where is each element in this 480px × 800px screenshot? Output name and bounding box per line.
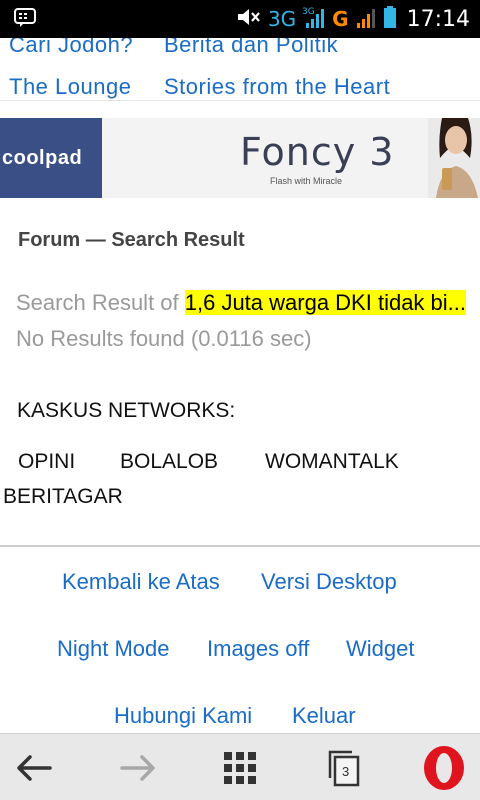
forum-category-links: Cari Jodoh? Berita dan Politik The Loung…: [0, 38, 480, 106]
status-bar: 3G 3G G 17:14: [0, 0, 480, 38]
forward-arrow-icon: [120, 754, 155, 781]
contact-us-link[interactable]: Hubungi Kami: [114, 703, 252, 729]
ad-brand-logo: coolpad: [0, 118, 102, 198]
ad-title: Foncy 3: [240, 130, 395, 174]
footer-divider: [0, 545, 480, 547]
result-query-highlight: 1,6 Juta warga DKI tidak bi...: [184, 290, 467, 315]
tabs-button[interactable]: 3: [314, 734, 374, 800]
link-the-lounge[interactable]: The Lounge: [9, 74, 131, 100]
mute-icon: [236, 6, 262, 33]
widget-link[interactable]: Widget: [346, 636, 414, 662]
tabs-icon: 3: [328, 750, 360, 786]
ad-banner[interactable]: coolpad Foncy 3 Flash with Miracle: [0, 118, 480, 198]
bbm-notification-icon: [14, 8, 36, 28]
network-type-3g: 3G: [267, 7, 297, 31]
svg-text:3G: 3G: [302, 7, 315, 17]
battery-icon: [383, 5, 397, 34]
status-icons: 3G 3G G 17:14: [236, 4, 470, 34]
opera-menu-button[interactable]: [414, 734, 474, 800]
networks-heading: KASKUS NETWORKS:: [17, 399, 236, 422]
network-link-opini[interactable]: OPINI: [18, 450, 75, 474]
network-link-beritagar[interactable]: BERITAGAR: [3, 485, 123, 509]
forward-button[interactable]: [108, 734, 168, 800]
tab-count: 3: [342, 764, 349, 779]
page-title: Forum — Search Result: [18, 229, 245, 251]
images-off-link[interactable]: Images off: [207, 636, 309, 662]
link-cari-jodoh[interactable]: Cari Jodoh?: [9, 38, 133, 58]
link-berita-dan-politik[interactable]: Berita dan Politik: [164, 38, 338, 58]
ad-subtitle: Flash with Miracle: [270, 176, 343, 186]
clock: 17:14: [406, 6, 470, 32]
signal-icon: 3G: [302, 5, 326, 34]
link-stories-from-the-heart[interactable]: Stories from the Heart: [164, 74, 390, 100]
browser-toolbar: 3: [0, 733, 480, 800]
speed-dial-button[interactable]: [210, 734, 270, 800]
search-result-text: Search Result of 1,6 Juta warga DKI tida…: [16, 285, 471, 357]
ad-model-image: [428, 118, 480, 198]
speed-dial-grid-icon: [224, 751, 256, 784]
result-suffix: No Results found (0.0116 sec): [16, 326, 312, 351]
night-mode-link[interactable]: Night Mode: [57, 636, 170, 662]
back-button[interactable]: [4, 734, 64, 800]
back-arrow-icon: [17, 754, 52, 781]
network-link-bolalob[interactable]: BOLALOB: [120, 450, 218, 474]
signal-icon-2: [355, 5, 377, 34]
result-prefix: Search Result of: [16, 290, 185, 315]
logout-link[interactable]: Keluar: [292, 703, 356, 729]
network-type-g: G: [332, 7, 349, 31]
desktop-version-link[interactable]: Versi Desktop: [261, 569, 397, 595]
divider: [0, 100, 480, 101]
back-to-top-link[interactable]: Kembali ke Atas: [62, 569, 220, 595]
opera-logo-icon: [424, 745, 464, 790]
network-link-womantalk[interactable]: WOMANTALK: [265, 450, 399, 474]
